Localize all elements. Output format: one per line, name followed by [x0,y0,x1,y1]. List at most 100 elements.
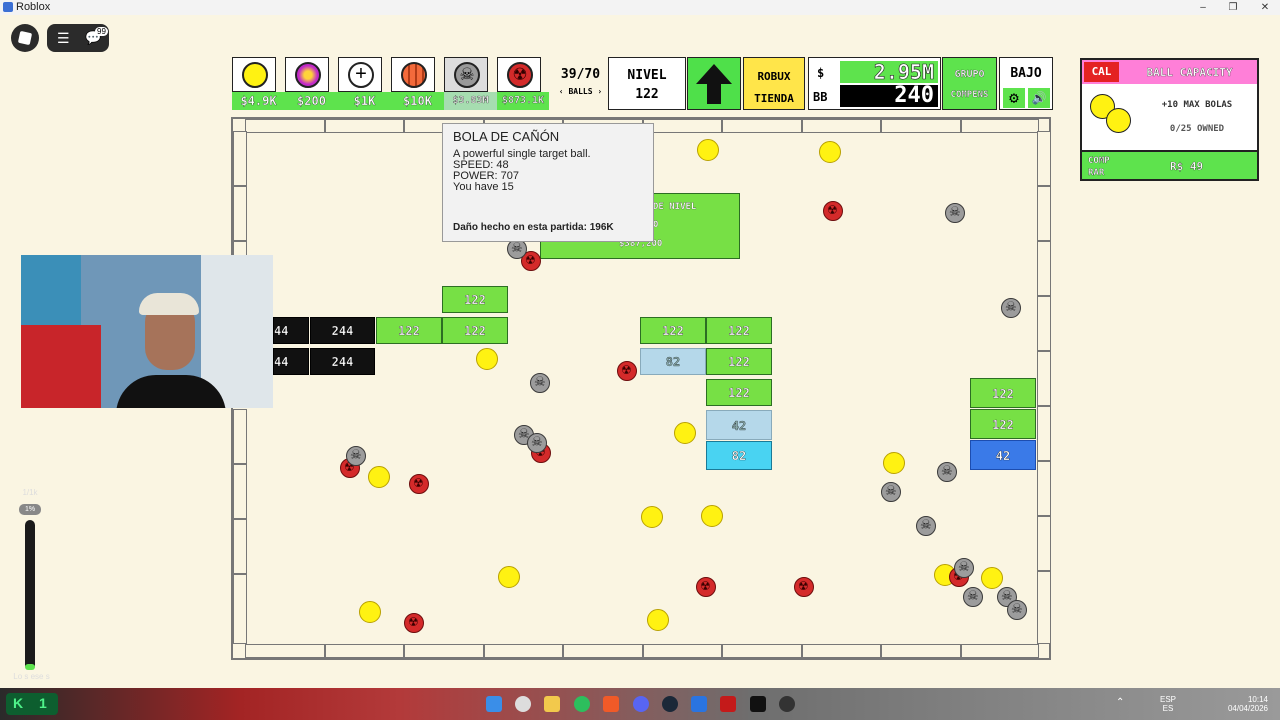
roblox-taskbar-icon[interactable] [691,696,707,712]
webcam-overlay [21,255,273,408]
shop-ball-cannon[interactable]: ☠ [444,57,488,92]
yellow-ball [359,601,381,623]
lang-line1: ESP [1160,695,1177,704]
tiktok-icon[interactable] [750,696,766,712]
shop-ball-plus[interactable]: + [338,57,382,92]
capacity-price: R$ 49 [1170,160,1204,173]
brick[interactable]: 42 [970,440,1036,470]
brick[interactable]: 122 [706,348,772,375]
radiation-ball [404,613,424,633]
taskbar: K 1 ⌃ ESP ES 10:14 04/04/2026 [0,688,1280,720]
shop-ball-radiation[interactable]: ☢ [497,57,541,92]
level-up-title: DE NIVEL [653,202,697,212]
yellow-ball [883,452,905,474]
sound-icon[interactable]: 🔊 [1028,88,1050,108]
file-explorer-icon[interactable] [544,696,560,712]
brick[interactable]: 122 [706,379,772,406]
yellow-ball-icon [242,62,268,88]
clock[interactable]: 10:14 04/04/2026 [1220,695,1268,713]
purple-ball-icon [295,62,321,88]
brick[interactable]: 82 [706,441,772,470]
yellow-ball [641,506,663,528]
tooltip-damage: Daño hecho en esta partida: 196K [453,222,614,233]
ball-tooltip: BOLA DE CAÑÓN A powerful single target b… [442,123,654,242]
maximize-button[interactable]: ❐ [1217,0,1249,15]
group-compensation-button[interactable]: GRUPO COMPENS [942,57,997,110]
brick[interactable]: 42 [706,410,772,440]
yellow-ball [701,505,723,527]
shop-ball-yellow[interactable] [232,57,276,92]
language-indicator[interactable]: ESP ES [1160,695,1176,713]
hamburger-icon[interactable]: ☰ [57,31,70,45]
capacity-tab-cal[interactable]: CAL [1084,62,1119,82]
tooltip-title: BOLA DE CAÑÓN [453,129,560,144]
buy-label-1: COMP [1088,156,1110,166]
chat-menu-group[interactable]: ☰ 💬 99 [47,24,109,52]
video-app-icon[interactable] [720,696,736,712]
skull-ball [1007,600,1027,620]
discord-icon[interactable] [633,696,649,712]
balls-prev-arrow[interactable]: ‹ [559,87,564,96]
capacity-buy-button[interactable]: COMP RAR R$ 49 [1082,150,1257,179]
minimize-button[interactable]: – [1187,0,1219,15]
money-symbol: $ [817,66,825,80]
radiation-ball-icon: ☢ [507,62,533,88]
clock-date: 04/04/2026 [1227,704,1268,713]
brick[interactable]: 122 [970,409,1036,439]
start-icon[interactable] [486,696,502,712]
steam-icon[interactable] [662,696,678,712]
brick[interactable]: 122 [970,378,1036,408]
streamer-widget[interactable]: K 1 [6,693,58,715]
brick[interactable]: 122 [376,317,442,344]
price-cannon: $3.83M [444,92,497,110]
yellow-ball-icon-2 [1106,108,1131,133]
k-icon: K [13,695,24,711]
brick[interactable]: 244 [310,317,375,344]
brick[interactable]: 122 [706,317,772,344]
settings-gear-icon[interactable]: ⚙ [1003,88,1025,108]
meter-label: 1/1k [22,488,38,497]
price-plus: $1K [338,92,391,110]
chatgpt-icon[interactable] [515,696,531,712]
yellow-ball [697,139,719,161]
roblox-menu-button[interactable] [11,24,39,52]
shop-ball-orange[interactable] [391,57,435,92]
tray-chevron-icon[interactable]: ⌃ [1116,697,1124,708]
progress-meter-fill [25,664,35,670]
bb-value: 240 [840,85,938,107]
capacity-title: BALL CAPACITY [1146,66,1233,79]
skull-ball [945,203,965,223]
window-title: Roblox [16,1,51,13]
brick[interactable]: 44 [273,348,309,375]
skull-ball-icon: ☠ [454,62,480,88]
shop-ball-purple[interactable] [285,57,329,92]
skull-ball [530,373,550,393]
yellow-ball [981,567,1003,589]
balls-label: BALLS [568,87,593,96]
brick[interactable]: 122 [442,317,508,344]
level-panel: NIVEL 122 [608,57,686,110]
close-button[interactable]: ✕ [1249,0,1280,15]
robux-shop-button[interactable]: ROBUX TIENDA [743,57,805,110]
skull-ball [346,446,366,466]
price-radiation: $873.1K [497,92,549,110]
brave-icon[interactable] [603,696,619,712]
brick[interactable]: 122 [640,317,706,344]
brick[interactable]: 82 [640,348,706,375]
roblox-logo-icon [17,30,33,46]
whatsapp-icon[interactable] [574,696,590,712]
balls-next-arrow[interactable]: › [597,87,602,96]
group-line1: GRUPO [954,69,985,80]
brick[interactable]: 244 [310,348,375,375]
skull-ball [507,239,527,259]
price-orange: $10K [391,92,444,110]
orange-striped-ball-icon [401,62,427,88]
bajo-button[interactable]: BAJO [1000,66,1052,81]
obs-icon[interactable] [779,696,795,712]
brick[interactable]: 44 [273,317,309,344]
level-up-button[interactable] [687,57,741,110]
level-value: 122 [635,87,659,102]
skull-ball [954,558,974,578]
brick[interactable]: 122 [442,286,508,313]
skull-ball [963,587,983,607]
